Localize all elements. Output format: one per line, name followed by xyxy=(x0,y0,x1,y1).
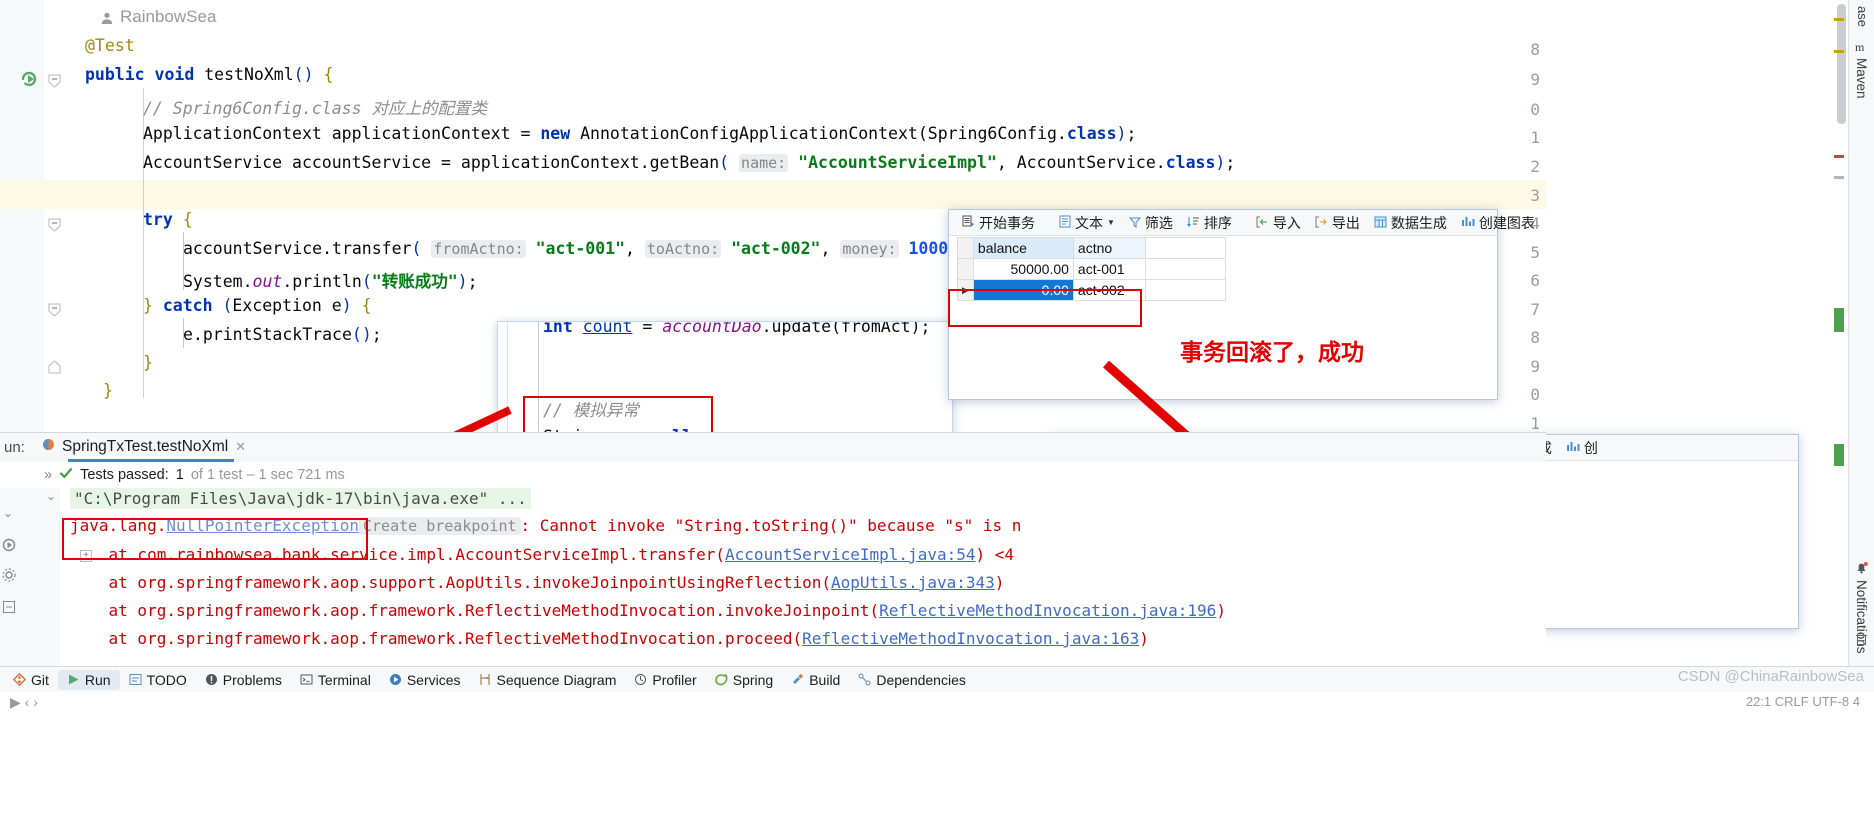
rerun-failed-icon[interactable] xyxy=(2,538,16,557)
bottom-item-label: Sequence Diagram xyxy=(496,671,617,688)
terminal-icon xyxy=(300,673,313,686)
expand-icon[interactable] xyxy=(2,600,16,619)
chevron-down-icon[interactable]: ⌄ xyxy=(3,506,13,520)
bottom-item-git[interactable]: Git xyxy=(4,670,58,690)
todo-icon xyxy=(129,673,142,686)
notifications-bell-icon[interactable] xyxy=(1854,560,1869,580)
expand-chevrons-icon[interactable]: » xyxy=(44,467,52,483)
sequence-diagram-icon xyxy=(479,673,492,686)
bottom-item-profiler[interactable]: Profiler xyxy=(625,670,705,690)
settings-icon[interactable] xyxy=(2,568,16,587)
bottom-item-label: Terminal xyxy=(317,671,371,688)
build-icon xyxy=(791,673,804,686)
check-icon xyxy=(59,466,73,484)
bottom-item-services[interactable]: Services xyxy=(380,670,470,690)
bottom-item-label: Spring xyxy=(732,671,774,688)
spring-icon xyxy=(714,673,728,686)
test-status-line: » Tests passed: 1 of 1 test – 1 sec 721 … xyxy=(0,462,1546,488)
chevron-down-icon[interactable]: ⌄ xyxy=(46,489,56,503)
create-chart-label: 创 xyxy=(1583,439,1598,456)
right-tool-rail[interactable]: ase m Maven Notifications xyxy=(1848,0,1874,666)
svg-text:m: m xyxy=(1855,40,1865,54)
bottom-item-todo[interactable]: TODO xyxy=(120,670,196,690)
bottom-item-label: Profiler xyxy=(652,671,697,688)
console-command-line: "C:\Program Files\Java\jdk-17\bin\java.e… xyxy=(70,488,531,509)
tests-passed-count: 1 xyxy=(175,467,184,483)
ide-status-toolbar[interactable]: Git Run TODO Problems Terminal Services … xyxy=(0,666,1874,692)
profiler-icon xyxy=(634,673,647,686)
bottom-item-spring[interactable]: Spring xyxy=(706,670,782,690)
test-config-icon xyxy=(42,438,55,456)
run-tab-title: SpringTxTest.testNoXml xyxy=(62,438,229,455)
console-stack-line: at org.springframework.aop.support.AopUt… xyxy=(70,573,1005,592)
trash-icon[interactable] xyxy=(1855,632,1868,651)
tests-passed-label: Tests passed: xyxy=(80,467,169,483)
bottom-item-sequence-diagram[interactable]: Sequence Diagram xyxy=(470,670,626,690)
bottom-item-build[interactable]: Build xyxy=(782,670,849,690)
maven-icon: m xyxy=(1855,40,1869,59)
console-stack-line: at org.springframework.aop.framework.Ref… xyxy=(70,601,1226,620)
create-chart-icon xyxy=(1566,440,1580,456)
console-output[interactable]: ⌄ + "C:\Program Files\Java\jdk-17\bin\ja… xyxy=(44,488,1546,667)
exception-highlight-box xyxy=(62,518,368,560)
git-icon xyxy=(12,672,27,687)
bottom-item-label: Run xyxy=(84,671,111,688)
bottom-item-label: Git xyxy=(31,671,49,688)
rail-item-maven[interactable]: Maven xyxy=(1854,58,1869,99)
bottom-item-label: Services xyxy=(406,671,461,688)
dependencies-icon xyxy=(858,673,871,686)
bottom-item-dependencies[interactable]: Dependencies xyxy=(849,670,975,690)
run-tab-bar[interactable]: un: SpringTxTest.testNoXml ✕ xyxy=(0,433,1546,462)
ide-window: 8 9 0 1 2 3 4 5 6 7 8 9 0 1 RainbowSea @… xyxy=(0,0,1874,830)
rail-item-misc[interactable]: ase xyxy=(1855,6,1870,27)
bottom-item-label: Build xyxy=(809,671,841,688)
run-window-label: un: xyxy=(4,439,25,456)
services-icon xyxy=(389,673,402,686)
console-fold-gutter xyxy=(44,488,60,667)
console-stack-line: at org.springframework.aop.framework.Ref… xyxy=(70,629,1149,648)
bottom-item-label: TODO xyxy=(146,671,187,688)
run-icon xyxy=(67,673,80,686)
bottom-item-problems[interactable]: Problems xyxy=(196,670,291,690)
close-icon[interactable]: ✕ xyxy=(235,439,246,455)
status-bar-right: 22:1 CRLF UTF-8 4 xyxy=(1745,694,1860,709)
run-side-toolbar[interactable]: ⌄ xyxy=(0,462,44,667)
bottom-item-terminal[interactable]: Terminal xyxy=(291,670,380,690)
bottom-item-run[interactable]: Run xyxy=(57,669,120,690)
bottom-item-label: Problems xyxy=(222,671,282,688)
problems-icon xyxy=(205,673,218,686)
run-tab-springtxtest[interactable]: SpringTxTest.testNoXml ✕ xyxy=(36,436,252,458)
create-chart-button[interactable]: 创 xyxy=(1559,436,1605,460)
tests-passed-detail: of 1 test – 1 sec 721 ms xyxy=(190,467,345,483)
ide-status-bar: ▶ ‹ › 22:1 CRLF UTF-8 4 xyxy=(0,692,1874,718)
watermark: CSDN @ChinaRainbowSea xyxy=(1677,668,1864,685)
bottom-item-label: Dependencies xyxy=(876,671,966,688)
status-bar-left: ▶ ‹ › xyxy=(10,694,38,710)
